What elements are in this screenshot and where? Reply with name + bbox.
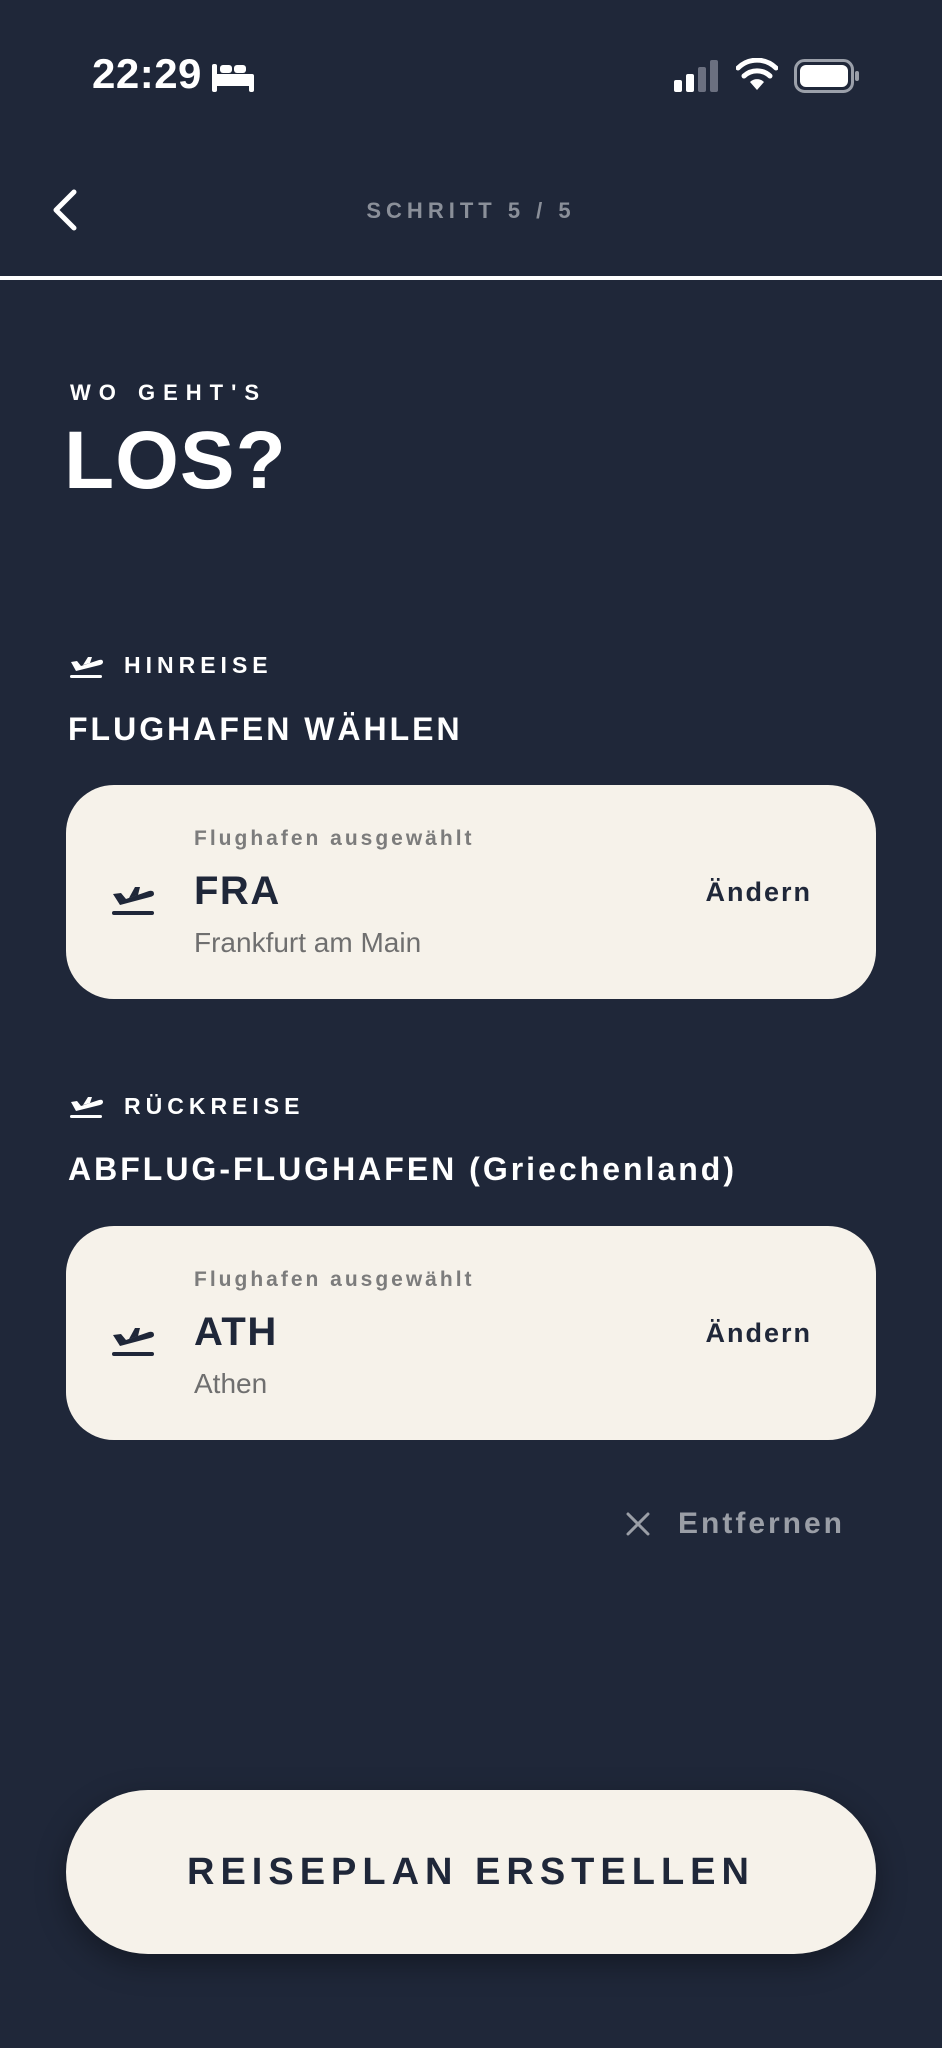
headline-eyebrow: WO GEHT'S: [70, 380, 268, 405]
bed-icon: [212, 64, 254, 92]
airport-code: ATH: [194, 1310, 278, 1354]
outbound-label: HINREISE: [124, 652, 273, 678]
create-itinerary-button[interactable]: REISEPLAN ERSTELLEN: [66, 1790, 876, 1954]
plane-departure-icon: [112, 1328, 154, 1356]
status-time: 22:29: [92, 50, 202, 97]
outbound-airport-card[interactable]: Flughafen ausgewählt FRA Frankfurt am Ma…: [66, 785, 876, 999]
return-label: RÜCKREISE: [124, 1093, 305, 1119]
progress-bar: [0, 276, 942, 280]
step-indicator: SCHRITT 5 / 5: [366, 198, 576, 223]
change-button[interactable]: Ändern: [706, 877, 813, 908]
battery-icon: [794, 59, 859, 93]
plane-departure-icon: [70, 1097, 103, 1118]
airport-city: Frankfurt am Main: [194, 927, 422, 958]
cta-label: REISEPLAN ERSTELLEN: [187, 1850, 755, 1893]
card-caption: Flughafen ausgewählt: [194, 1268, 475, 1291]
remove-return-button[interactable]: Entfernen: [624, 1500, 845, 1548]
plane-departure-icon: [70, 657, 103, 678]
wifi-icon: [736, 58, 778, 90]
remove-label: Entfernen: [678, 1507, 846, 1540]
return-airport-card[interactable]: Flughafen ausgewählt ATH Athen Ändern: [66, 1226, 876, 1440]
cellular-signal-icon: [674, 60, 718, 92]
change-button[interactable]: Ändern: [706, 1318, 813, 1349]
return-title: ABFLUG-FLUGHAFEN (Griechenland): [68, 1151, 737, 1187]
close-icon: [626, 1512, 650, 1536]
airport-code: FRA: [194, 869, 281, 913]
outbound-title: FLUGHAFEN WÄHLEN: [68, 711, 463, 747]
plane-departure-icon: [112, 887, 154, 915]
card-caption: Flughafen ausgewählt: [194, 827, 475, 850]
page-title: LOS?: [64, 415, 287, 506]
airport-city: Athen: [194, 1368, 268, 1399]
